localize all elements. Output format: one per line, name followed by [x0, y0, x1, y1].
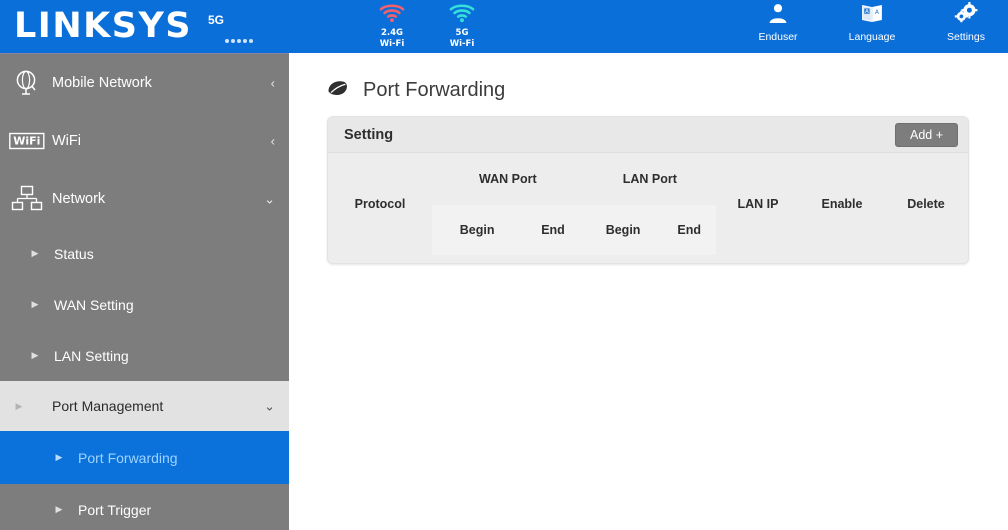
- table-footer-spacer: [328, 255, 968, 263]
- sidebar-item-network-label: Network: [52, 191, 106, 207]
- sidebar-item-lan-setting[interactable]: ▶ LAN Setting: [0, 330, 289, 381]
- mobile-network-type-label: 5G: [208, 12, 225, 27]
- svg-text:A: A: [865, 9, 869, 15]
- wifi-icon: [449, 3, 475, 28]
- chevron-left-icon[interactable]: ‹: [271, 77, 275, 90]
- th-lan-end: End: [662, 205, 716, 255]
- th-delete: Delete: [907, 197, 945, 211]
- triangle-right-icon: ▶: [31, 299, 39, 309]
- sidebar-item-mobile-network[interactable]: Mobile Network ‹: [0, 54, 289, 112]
- sidebar-item-network[interactable]: Network ⌄: [0, 170, 289, 228]
- sidebar-item-port-forwarding-label: Port Forwarding: [78, 449, 178, 466]
- settings-label: Settings: [947, 31, 985, 43]
- sidebar-item-port-management[interactable]: ▶ Port Management ⌄: [0, 381, 289, 431]
- page-title-row: Port Forwarding: [327, 79, 1008, 102]
- sidebar-item-wan-setting[interactable]: ▶ WAN Setting: [0, 279, 289, 330]
- enduser-label: Enduser: [758, 31, 798, 43]
- th-wan-begin: Begin: [432, 205, 523, 255]
- wifi-icon: [379, 3, 405, 28]
- triangle-right-icon: ▶: [31, 248, 39, 258]
- app-root: LINKSYS 5G 2.4G Wi-Fi 5G Wi-Fi Enduser A…: [0, 0, 1008, 530]
- wifi-badge-icon: WiFi: [8, 124, 46, 158]
- sidebar-item-wifi-label: WiFi: [52, 133, 81, 149]
- settings-button[interactable]: Settings: [936, 2, 996, 43]
- chevron-left-icon[interactable]: ‹: [271, 135, 275, 148]
- triangle-right-icon: ▶: [31, 350, 39, 360]
- panel-heading: Setting: [344, 126, 394, 143]
- mobile-signal-indicator: 5G: [208, 5, 268, 49]
- wifi-24g-label-line1: 2.4G: [380, 28, 404, 38]
- gear-icon: [954, 2, 978, 29]
- triangle-right-icon: ▶: [15, 400, 23, 411]
- linksys-logo[interactable]: LINKSYS: [14, 9, 192, 44]
- top-header-bar: LINKSYS 5G 2.4G Wi-Fi 5G Wi-Fi Enduser A…: [0, 0, 1008, 53]
- chevron-down-icon[interactable]: ⌄: [264, 193, 275, 206]
- add-button[interactable]: Add +: [894, 123, 958, 147]
- sidebar-item-wan-setting-label: WAN Setting: [54, 296, 134, 313]
- main-content: Port Forwarding Setting Add + Protocol W…: [289, 53, 1008, 530]
- language-button[interactable]: A A Language: [842, 2, 902, 43]
- globe-icon: [8, 66, 46, 100]
- sidebar-item-wifi[interactable]: WiFi WiFi ‹: [0, 112, 289, 170]
- wifi-24g-status[interactable]: 2.4G Wi-Fi: [368, 3, 416, 49]
- network-nodes-icon: [8, 182, 46, 216]
- page-title: Port Forwarding: [363, 79, 506, 101]
- th-wan-end: End: [522, 205, 584, 255]
- language-label: Language: [848, 31, 896, 43]
- triangle-right-icon: ▶: [55, 452, 63, 462]
- leaf-icon: [327, 79, 349, 102]
- th-enable: Enable: [821, 197, 863, 211]
- svg-text:WiFi: WiFi: [13, 135, 40, 148]
- enduser-button[interactable]: Enduser: [748, 2, 808, 43]
- wifi-24g-label-line2: Wi-Fi: [379, 38, 405, 49]
- sidebar-item-status[interactable]: ▶ Status: [0, 228, 289, 279]
- header-actions-group: Enduser A A Language Settings: [748, 2, 996, 43]
- sidebar-item-status-label: Status: [54, 245, 94, 262]
- sidebar-item-port-trigger-label: Port Trigger: [78, 501, 152, 518]
- th-lan-ip: LAN IP: [737, 197, 779, 211]
- table-header-row: Protocol WAN Port LAN Port LAN IP Enable…: [328, 153, 968, 211]
- sidebar-item-port-trigger[interactable]: ▶ Port Trigger: [0, 484, 289, 530]
- wifi-5g-status[interactable]: 5G Wi-Fi: [438, 3, 486, 49]
- sidebar-nav: Mobile Network ‹ WiFi WiFi ‹ Network ⌄ ▶…: [0, 53, 289, 530]
- th-protocol: Protocol: [354, 197, 406, 211]
- setting-panel: Setting Add + Protocol WAN Port LAN Port…: [327, 116, 969, 264]
- port-forwarding-table: Protocol WAN Port LAN Port LAN IP Enable…: [328, 153, 968, 255]
- th-lan-begin: Begin: [583, 205, 663, 255]
- th-wan-port: WAN Port: [479, 172, 537, 186]
- chevron-down-icon[interactable]: ⌄: [264, 400, 275, 413]
- language-book-icon: A A: [861, 2, 883, 29]
- sidebar-item-port-forwarding[interactable]: ▶ Port Forwarding: [0, 431, 289, 484]
- wifi-status-group: 2.4G Wi-Fi 5G Wi-Fi: [368, 3, 486, 49]
- sidebar-item-lan-setting-label: LAN Setting: [54, 347, 129, 364]
- wifi-5g-label-line1: 5G: [455, 28, 469, 38]
- signal-bars-icon: [225, 38, 253, 43]
- th-lan-port: LAN Port: [622, 172, 677, 186]
- user-icon: [767, 2, 789, 29]
- sidebar-item-mobile-network-label: Mobile Network: [52, 75, 152, 91]
- wifi-5g-label-line2: Wi-Fi: [449, 38, 475, 49]
- sidebar-item-port-management-label: Port Management: [52, 398, 164, 414]
- triangle-right-icon: ▶: [55, 504, 63, 514]
- panel-header: Setting Add +: [328, 117, 968, 153]
